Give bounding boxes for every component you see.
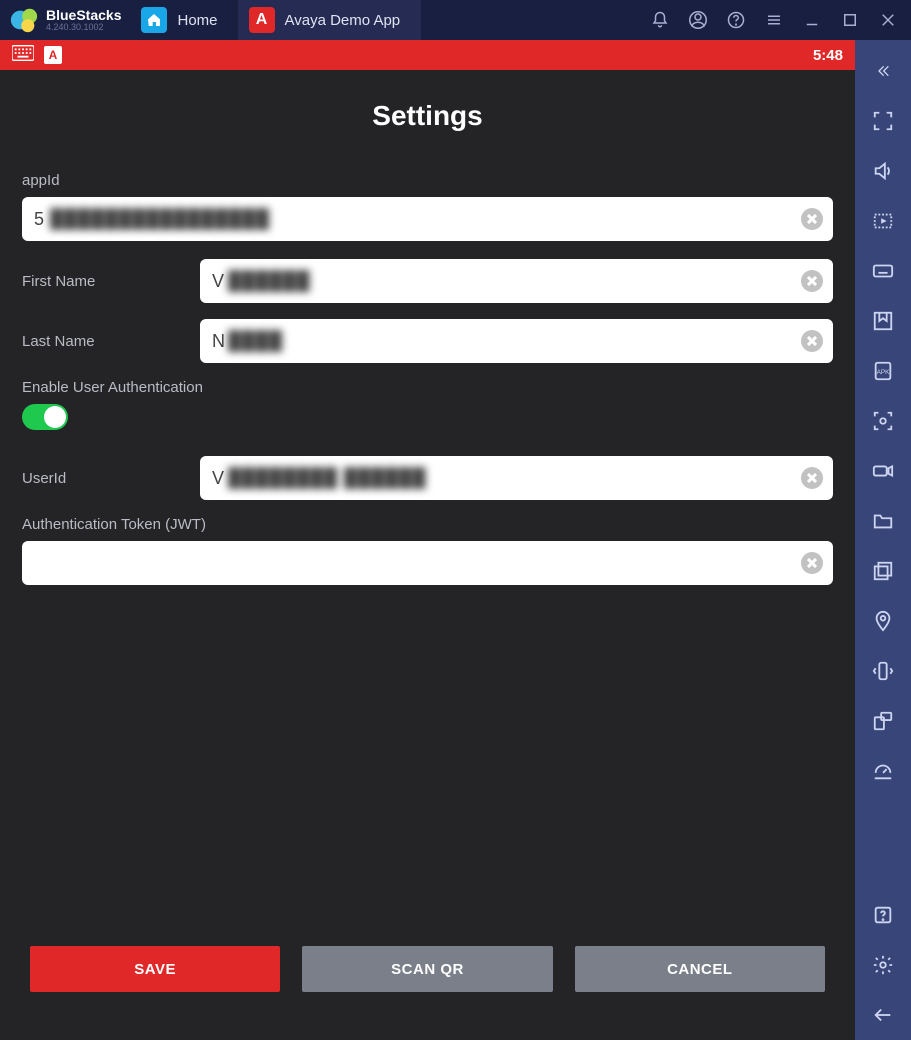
clear-icon[interactable] [801,270,823,292]
keyboard-icon [12,45,34,65]
settings-screen: Settings appId ████████████████ First Na… [0,70,855,1040]
settings-gear-icon[interactable] [855,940,911,990]
volume-icon[interactable] [855,146,911,196]
rotate-icon[interactable] [855,696,911,746]
collapse-sidebar-icon[interactable] [855,46,911,96]
titlebar: BlueStacks 4.240.30.1002 Home A Avaya De… [0,0,911,40]
avaya-app-icon: A [249,7,275,33]
tab-app-label: Avaya Demo App [285,12,401,29]
tab-avaya-demo-app[interactable]: A Avaya Demo App [239,0,422,40]
sidebar-help-icon[interactable] [855,890,911,940]
clear-icon[interactable] [801,552,823,574]
userid-input[interactable]: ████████ ██████ [200,456,833,500]
location-icon[interactable] [855,596,911,646]
clear-icon[interactable] [801,330,823,352]
tabs: Home A Avaya Demo App [131,0,421,40]
jwt-input[interactable] [22,541,833,585]
status-time: 5:48 [813,47,843,64]
auth-toggle[interactable] [22,404,68,430]
shake-icon[interactable] [855,646,911,696]
jwt-label: Authentication Token (JWT) [22,516,833,533]
close-icon[interactable] [869,0,907,40]
help-icon[interactable] [717,0,755,40]
notifications-icon[interactable] [641,0,679,40]
page-title: Settings [22,100,833,132]
tab-home-label: Home [177,12,217,29]
screenshot-icon[interactable] [855,396,911,446]
speedup-icon[interactable] [855,746,911,796]
hamburger-menu-icon[interactable] [755,0,793,40]
svg-text:APK: APK [877,369,891,376]
auth-toggle-label: Enable User Authentication [22,379,833,396]
keymap-icon[interactable] [855,196,911,246]
appid-label: appId [22,172,833,189]
scan-qr-button[interactable]: SCAN QR [302,946,552,992]
first-name-label: First Name [22,273,182,290]
last-name-label: Last Name [22,333,182,350]
tab-home[interactable]: Home [131,0,238,40]
multi-instance-icon[interactable] [855,546,911,596]
brand-version: 4.240.30.1002 [46,22,121,32]
bluestacks-brand: BlueStacks 4.240.30.1002 [46,8,121,32]
bluestacks-side-toolbar: APK [855,40,911,1040]
appid-input[interactable]: ████████████████ [22,197,833,241]
maximize-icon[interactable] [831,0,869,40]
brand-name: BlueStacks [46,8,121,22]
minimize-icon[interactable] [793,0,831,40]
back-icon[interactable] [855,990,911,1040]
media-folder-icon[interactable] [855,496,911,546]
save-button[interactable]: SAVE [30,946,280,992]
apk-icon[interactable]: APK [855,346,911,396]
bluestacks-logo-icon [6,2,42,38]
home-icon [141,7,167,33]
install-apk-icon[interactable] [855,296,911,346]
userid-label: UserId [22,470,182,487]
record-icon[interactable] [855,446,911,496]
android-status-bar: A 5:48 [0,40,855,70]
cancel-button[interactable]: CANCEL [575,946,825,992]
keyboard-controls-icon[interactable] [855,246,911,296]
clear-icon[interactable] [801,467,823,489]
first-name-input[interactable]: ██████ [200,259,833,303]
account-icon[interactable] [679,0,717,40]
clear-icon[interactable] [801,208,823,230]
last-name-input[interactable]: ████ [200,319,833,363]
fullscreen-icon[interactable] [855,96,911,146]
app-indicator-icon: A [44,46,62,64]
